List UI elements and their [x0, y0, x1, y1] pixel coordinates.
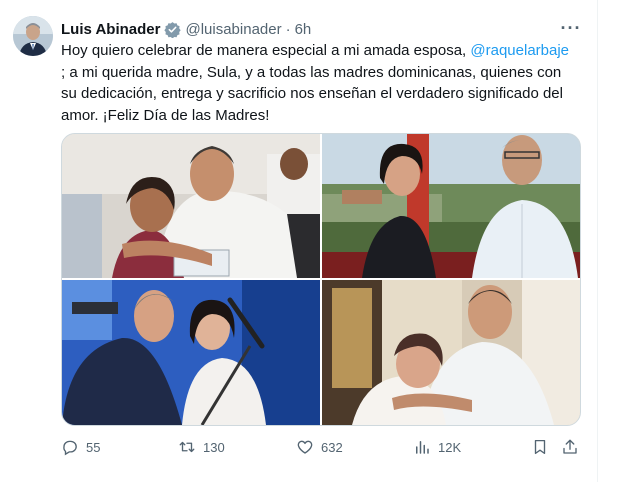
- tweet-time[interactable]: 6h: [295, 21, 312, 38]
- tweet-header: Luis Abinader @luisabinader · 6h: [61, 20, 311, 38]
- verified-badge-icon: [164, 21, 182, 38]
- tweet-text-line: su dedicación, entrega y sacrificio nos …: [61, 85, 563, 102]
- share-button[interactable]: [561, 436, 586, 458]
- tweet-text-line: Hoy quiero celebrar de manera especial a…: [61, 40, 586, 62]
- bookmark-icon: [534, 439, 546, 455]
- repost-count: 130: [203, 439, 225, 455]
- mention-link[interactable]: @raquelarbaje: [470, 42, 569, 59]
- more-options-icon[interactable]: ···: [560, 18, 582, 38]
- author-name[interactable]: Luis Abinader: [61, 21, 160, 38]
- heart-icon: [297, 440, 313, 454]
- photo-1[interactable]: [62, 134, 320, 278]
- like-button[interactable]: 632: [296, 436, 343, 458]
- like-count: 632: [321, 439, 343, 455]
- tweet-card: Luis Abinader @luisabinader · 6h ··· Hoy…: [0, 0, 598, 482]
- tweet-text: Hoy quiero celebrar de manera especial a…: [61, 40, 586, 126]
- bookmark-button[interactable]: [531, 436, 556, 458]
- tweet-text-part: Hoy quiero celebrar de manera especial a…: [61, 42, 471, 59]
- views-button[interactable]: 12K: [413, 436, 461, 458]
- tweet-text-line: amor. ¡Feliz Día de las Madres!: [61, 106, 270, 124]
- tweet-text-line: ; a mi querida madre, Sula, y a todas la…: [61, 63, 562, 81]
- photo-3[interactable]: [62, 280, 320, 425]
- reply-count: 55: [86, 439, 101, 455]
- share-icon: [563, 439, 577, 454]
- reply-icon: [63, 440, 77, 456]
- photo-2[interactable]: [322, 134, 580, 278]
- repost-icon: [179, 441, 195, 453]
- repost-button[interactable]: 130: [178, 436, 225, 458]
- photo-4[interactable]: [322, 280, 580, 425]
- tweet-actions: 55 130 632 12K: [61, 436, 591, 458]
- media-grid: [61, 133, 581, 426]
- avatar[interactable]: [13, 16, 53, 56]
- meta-separator: ·: [285, 20, 291, 38]
- analytics-icon: [416, 441, 429, 454]
- view-count: 12K: [438, 439, 462, 455]
- author-handle[interactable]: @luisabinader: [185, 21, 281, 38]
- reply-button[interactable]: 55: [61, 436, 100, 458]
